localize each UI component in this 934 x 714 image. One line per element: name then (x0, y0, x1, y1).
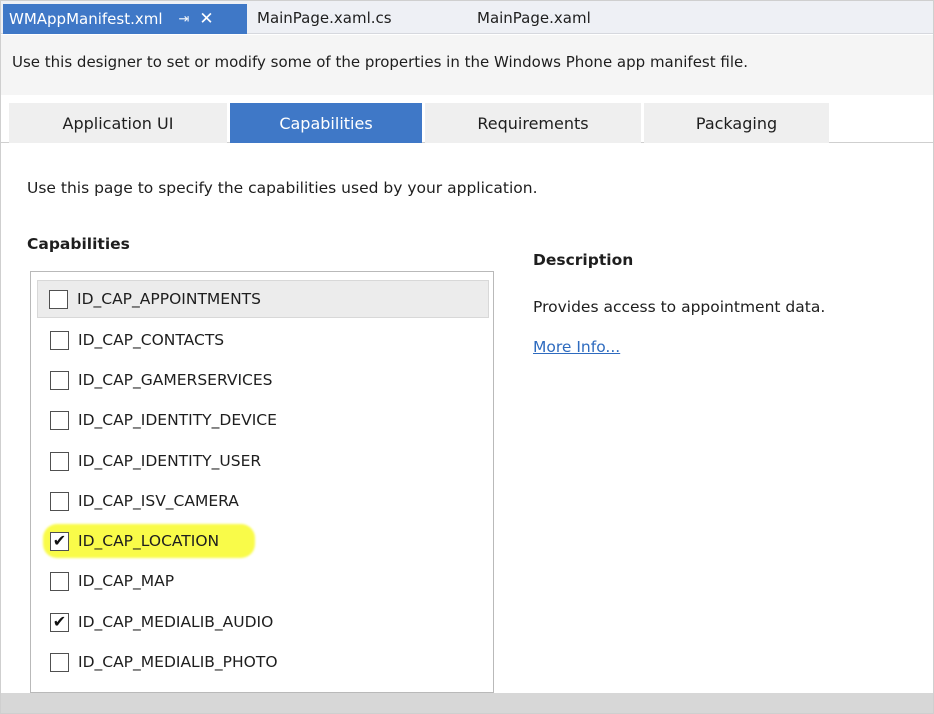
checkbox[interactable] (50, 330, 69, 350)
document-tab-strip: WMAppManifest.xml ⇥ ✕ MainPage.xaml.cs M… (1, 1, 933, 34)
more-info-link[interactable]: More Info... (533, 338, 620, 356)
capability-item-appointments[interactable]: ID_CAP_APPOINTMENTS (37, 280, 489, 318)
checkbox[interactable] (50, 571, 69, 591)
page-intro-text: Use this page to specify the capabilitie… (27, 179, 538, 197)
tab-application-ui[interactable]: Application UI (9, 103, 227, 143)
checkbox[interactable] (50, 652, 69, 672)
pin-icon[interactable]: ⇥ (179, 12, 190, 27)
tab-packaging[interactable]: Packaging (644, 103, 829, 143)
capability-item-medialib-audio[interactable]: ✔ ID_CAP_MEDIALIB_AUDIO (39, 603, 273, 641)
capability-item-medialib-photo[interactable]: ID_CAP_MEDIALIB_PHOTO (39, 643, 278, 681)
tab-wmappmanifest[interactable]: WMAppManifest.xml ⇥ ✕ (3, 4, 247, 34)
checkbox[interactable] (50, 451, 69, 471)
tab-mainpage-xaml-cs[interactable]: MainPage.xaml.cs (251, 3, 392, 33)
tab-capabilities[interactable]: Capabilities (230, 103, 422, 143)
horizontal-scrollbar[interactable] (1, 693, 933, 713)
checkbox[interactable] (50, 410, 69, 430)
capability-label: ID_CAP_MEDIALIB_PHOTO (78, 653, 278, 671)
tab-requirements[interactable]: Requirements (425, 103, 641, 143)
capability-item-map[interactable]: ID_CAP_MAP (39, 562, 174, 600)
capability-item-isv-camera[interactable]: ID_CAP_ISV_CAMERA (39, 482, 239, 520)
capability-label: ID_CAP_ISV_CAMERA (78, 492, 239, 510)
checkbox[interactable]: ✔ (50, 612, 69, 632)
capability-item-identity-user[interactable]: ID_CAP_IDENTITY_USER (39, 442, 261, 480)
capability-item-location[interactable]: ✔ ID_CAP_LOCATION (39, 522, 255, 560)
capability-label: ID_CAP_MAP (78, 572, 175, 590)
capability-label: ID_CAP_GAMERSERVICES (78, 371, 273, 389)
checkbox[interactable] (50, 370, 69, 390)
capability-label: ID_CAP_IDENTITY_DEVICE (78, 411, 277, 429)
capability-item-identity-device[interactable]: ID_CAP_IDENTITY_DEVICE (39, 401, 277, 439)
tab-label: MainPage.xaml.cs (257, 9, 392, 27)
checkbox[interactable]: ✔ (50, 531, 69, 551)
capability-item-gamerservices[interactable]: ID_CAP_GAMERSERVICES (39, 361, 273, 399)
description-text: Provides access to appointment data. (533, 298, 826, 316)
capabilities-heading: Capabilities (27, 235, 130, 253)
designer-tab-strip: Application UI Capabilities Requirements… (1, 101, 933, 143)
checkbox[interactable] (50, 491, 69, 511)
capability-item-contacts[interactable]: ID_CAP_CONTACTS (39, 321, 224, 359)
description-heading: Description (533, 251, 634, 269)
manifest-designer-window: WMAppManifest.xml ⇥ ✕ MainPage.xaml.cs M… (0, 0, 934, 714)
designer-header: Use this designer to set or modify some … (1, 35, 933, 95)
tab-mainpage-xaml[interactable]: MainPage.xaml (471, 3, 591, 33)
checkbox[interactable] (49, 289, 68, 309)
capability-label: ID_CAP_LOCATION (78, 532, 220, 550)
close-icon[interactable]: ✕ (199, 9, 213, 29)
capability-label: ID_CAP_MEDIALIB_AUDIO (78, 613, 274, 631)
tab-label: WMAppManifest.xml (9, 10, 163, 28)
capabilities-list[interactable]: ID_CAP_APPOINTMENTS ID_CAP_CONTACTS ID_C… (30, 271, 494, 693)
designer-description: Use this designer to set or modify some … (12, 53, 749, 71)
tab-label: MainPage.xaml (477, 9, 591, 27)
capability-label: ID_CAP_APPOINTMENTS (77, 290, 261, 308)
capability-label: ID_CAP_IDENTITY_USER (78, 452, 262, 470)
capability-label: ID_CAP_CONTACTS (78, 331, 225, 349)
